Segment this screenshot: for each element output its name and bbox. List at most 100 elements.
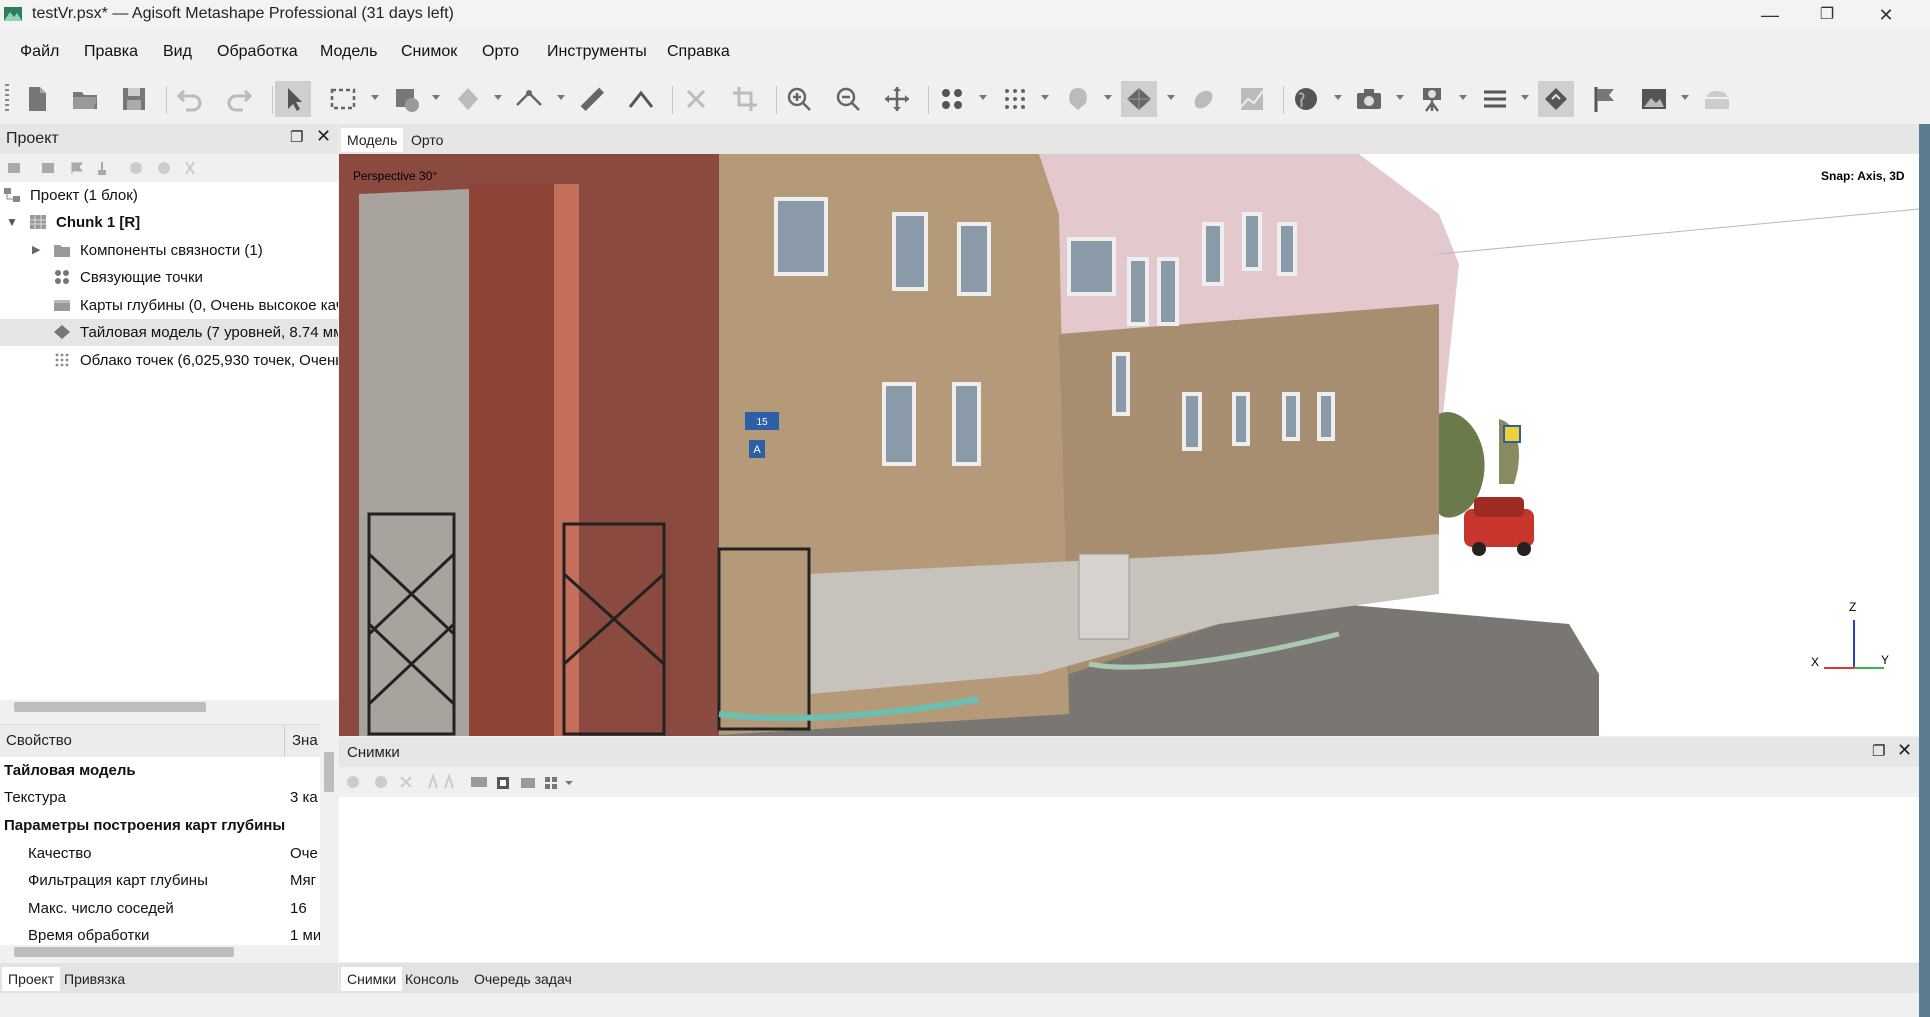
tiled-shading-icon[interactable] [450,81,486,117]
ruler-icon[interactable] [574,81,610,117]
select-dropdown-arrow-icon[interactable] [432,95,440,100]
menu-model[interactable]: Модель [320,43,377,61]
stand-dropdown-icon[interactable] [1459,95,1467,100]
project-toolbar-icons[interactable] [6,160,156,176]
maximize-button[interactable]: ❐ [1807,3,1847,27]
camera-icon[interactable] [1351,81,1387,117]
globe-dropdown-icon[interactable] [1334,95,1342,100]
camera-stand-icon[interactable] [1414,81,1450,117]
crop-icon[interactable] [727,81,763,117]
scrollbar-thumb[interactable] [14,947,234,957]
globe-icon[interactable] [1288,81,1324,117]
properties-horizontal-scrollbar[interactable] [0,945,320,959]
value-column-header[interactable]: Зна [292,732,318,749]
scrollbar-thumb[interactable] [14,702,206,712]
shading-mode-dropdown-icon[interactable] [1104,95,1112,100]
svg-text:Z: Z [1849,600,1856,614]
project-toolbar-more-icons[interactable] [156,160,196,176]
image-dropdown-icon[interactable] [1681,95,1689,100]
close-window-button[interactable]: ✕ [1866,3,1906,27]
project-tree: Проект (1 блок) ▼ Chunk 1 [R] ▶ Компонен… [0,182,338,700]
property-column-header[interactable]: Свойство [6,732,72,749]
menu-workflow[interactable]: Обработка [217,43,298,61]
diamond-hand-icon[interactable] [1538,81,1574,117]
property-row[interactable]: Текстура 3 ка [0,784,320,811]
image-icon[interactable] [1636,81,1672,117]
menu-view[interactable]: Вид [163,43,192,61]
collapse-arrow-icon[interactable]: ▼ [6,209,18,236]
menu-ortho[interactable]: Орто [482,43,519,61]
zoom-out-icon[interactable] [830,81,866,117]
points-grid-icon[interactable] [934,81,970,117]
photos-toolbar-icons[interactable] [345,774,605,790]
tab-ortho[interactable]: Орто [405,128,449,152]
model-viewport[interactable]: 15 A Z X Y Perspective 30° Snap: Axis, 3… [339,154,1919,736]
menu-file[interactable]: Файл [20,43,59,61]
zoom-in-icon[interactable] [781,81,817,117]
texture-icon[interactable] [1185,81,1221,117]
undock-icon[interactable]: ❐ [1872,742,1885,760]
new-document-icon[interactable] [19,81,55,117]
property-row[interactable]: Время обработки 1 ми [0,922,320,945]
tree-item-point-cloud[interactable]: Облако точек (6,025,930 точек, Очень [0,347,338,374]
scrollbar-thumb[interactable] [324,752,334,792]
minimize-button[interactable]: — [1750,3,1790,27]
undo-icon[interactable] [172,81,208,117]
tree-item-project[interactable]: Проект (1 блок) [0,182,338,209]
expand-arrow-icon[interactable]: ▶ [32,237,40,264]
delete-icon[interactable] [678,81,714,117]
tree-label: Тайловая модель (7 уровней, 8.74 мм [80,324,338,341]
pointer-icon[interactable] [275,81,311,117]
polyline-icon[interactable] [623,81,659,117]
menu-help[interactable]: Справка [667,43,730,61]
menu-tools[interactable]: Инструменты [547,43,647,61]
select-dropdown-icon[interactable] [389,81,425,117]
lines-dropdown-icon[interactable] [1521,95,1529,100]
tree-item-components[interactable]: ▶ Компоненты связности (1) [0,237,338,264]
flag-icon[interactable] [1587,81,1623,117]
tree-horizontal-scrollbar[interactable] [0,700,338,714]
property-row[interactable]: Фильтрация карт глубины Мяг [0,867,320,894]
open-folder-icon[interactable] [67,81,103,117]
dem-icon[interactable] [1234,81,1270,117]
layers-icon[interactable] [1699,81,1735,117]
close-panel-icon[interactable]: ✕ [1897,740,1912,761]
tab-console[interactable]: Консоль [399,967,465,991]
properties-vertical-scrollbar[interactable] [320,742,338,942]
undock-icon[interactable]: ❐ [290,128,303,146]
tree-label: Связующие точки [80,269,203,286]
rect-select-icon[interactable] [325,81,361,117]
column-divider [284,725,285,757]
dense-points-icon[interactable] [997,81,1033,117]
tree-item-tie-points[interactable]: Связующие точки [0,264,338,291]
menu-edit[interactable]: Правка [84,43,138,61]
main-toolbar [0,76,1930,122]
menu-lines-icon[interactable] [1477,81,1513,117]
property-row[interactable]: Макс. число соседей 16 [0,895,320,922]
tree-item-depth-maps[interactable]: Карты глубины (0, Очень высокое кач [0,292,338,319]
points-dropdown-icon[interactable] [979,95,987,100]
ruler-dropdown-icon[interactable] [557,95,565,100]
property-row[interactable]: Качество Оче [0,840,320,867]
close-panel-icon[interactable]: ✕ [316,126,331,147]
ruler-line-icon[interactable] [511,81,547,117]
tab-reference[interactable]: Привязка [58,967,131,991]
tiled-dropdown-icon[interactable] [1167,95,1175,100]
tree-item-chunk[interactable]: ▼ Chunk 1 [R] [0,209,338,236]
tiled-model-icon[interactable] [1121,81,1157,117]
dense-dropdown-icon[interactable] [1041,95,1049,100]
tab-job-queue[interactable]: Очередь задач [468,967,578,991]
shading-dropdown-icon[interactable] [494,95,502,100]
tab-project[interactable]: Проект [2,967,61,991]
tab-photos[interactable]: Снимки [341,967,403,991]
move-icon[interactable] [879,81,915,117]
save-icon[interactable] [116,81,152,117]
tab-model[interactable]: Модель [341,128,404,152]
menu-photo[interactable]: Снимок [401,43,457,61]
tree-item-tiled-model[interactable]: Тайловая модель (7 уровней, 8.74 мм [0,319,338,346]
toolbar-grip[interactable] [5,84,9,114]
shading-icon[interactable] [1060,81,1096,117]
redo-icon[interactable] [221,81,257,117]
rect-select-dropdown-icon[interactable] [371,95,379,100]
camera-dropdown-icon[interactable] [1396,95,1404,100]
